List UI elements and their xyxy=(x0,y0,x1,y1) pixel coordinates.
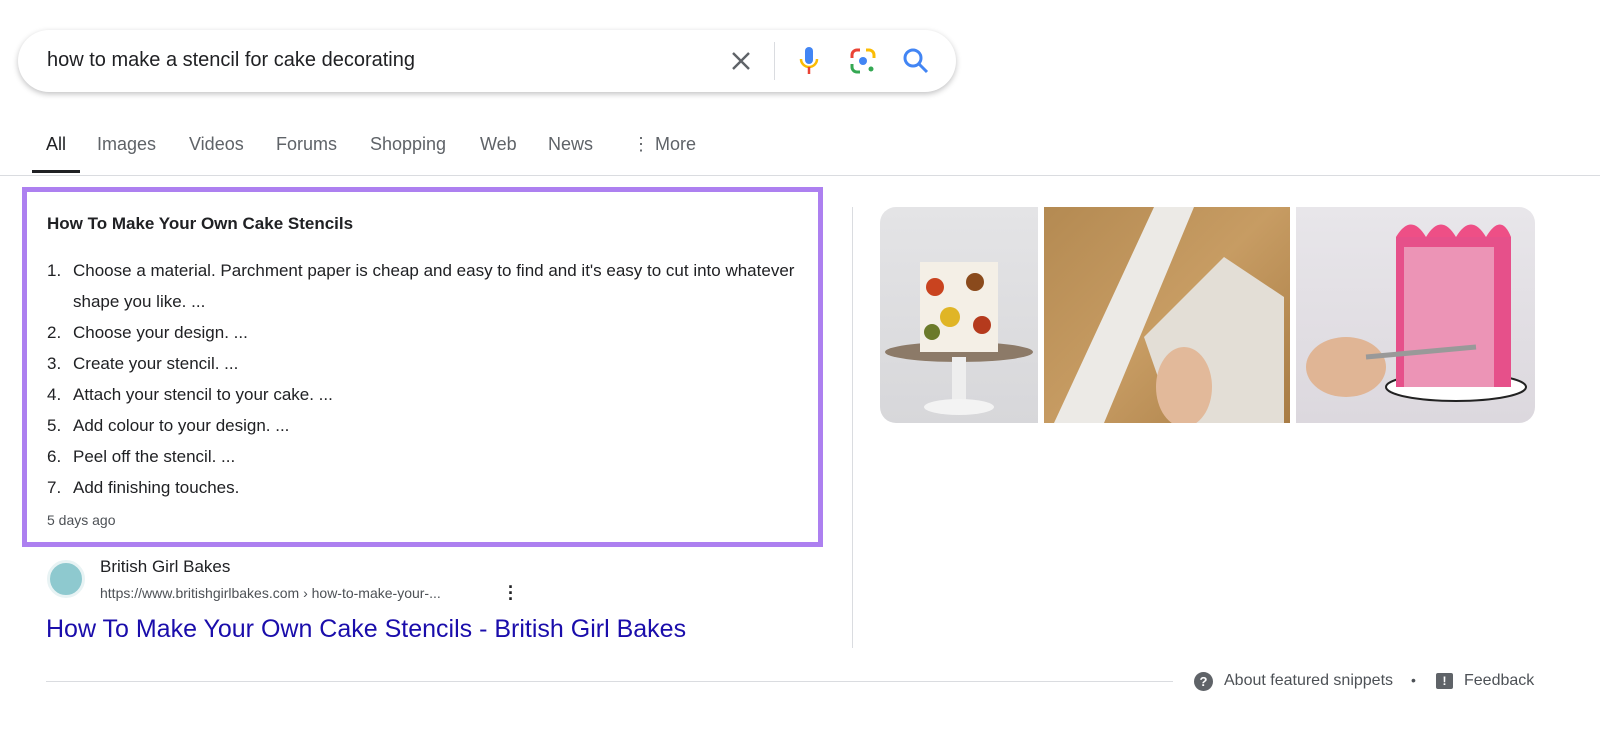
tab-images[interactable]: Images xyxy=(97,134,156,155)
step-number: 2. xyxy=(47,323,62,342)
separator-dot: • xyxy=(1411,672,1416,688)
pink-cake-image[interactable] xyxy=(1296,207,1535,423)
parchment-illustration xyxy=(1054,207,1284,427)
list-item: 6. Peel off the stencil. ... xyxy=(47,441,807,472)
help-icon[interactable]: ? xyxy=(1194,672,1213,691)
microphone-icon[interactable] xyxy=(794,44,824,78)
step-number: 7. xyxy=(47,478,62,497)
active-tab-indicator xyxy=(32,170,80,173)
clear-icon[interactable] xyxy=(726,46,756,76)
list-item: 2. Choose your design. ... xyxy=(47,317,807,348)
divider xyxy=(852,207,853,648)
step-text: Add colour to your design. ... xyxy=(73,416,290,435)
google-lens-icon[interactable] xyxy=(846,44,880,78)
source-site-name[interactable]: British Girl Bakes xyxy=(100,557,230,577)
step-text: Choose a material. Parchment paper is ch… xyxy=(73,261,795,311)
tab-forums[interactable]: Forums xyxy=(276,134,337,155)
step-text: Attach your stencil to your cake. ... xyxy=(73,385,333,404)
cake-illustration xyxy=(885,262,1033,415)
list-item: 5. Add colour to your design. ... xyxy=(47,410,807,441)
steps-list: 1. Choose a material. Parchment paper is … xyxy=(47,255,807,503)
tab-all[interactable]: All xyxy=(46,134,66,155)
step-number: 4. xyxy=(47,385,62,404)
step-text: Create your stencil. ... xyxy=(73,354,239,373)
tab-web[interactable]: Web xyxy=(480,134,517,155)
more-options-icon[interactable]: · · · xyxy=(508,578,520,608)
search-input[interactable]: how to make a stencil for cake decoratin… xyxy=(47,49,415,72)
step-text: Add finishing touches. xyxy=(73,478,240,497)
pink-cake-illustration xyxy=(1306,224,1527,402)
about-featured-snippets-link[interactable]: About featured snippets xyxy=(1224,672,1393,690)
list-item: 7. Add finishing touches. xyxy=(47,472,807,503)
step-text: Choose your design. ... xyxy=(73,323,248,342)
search-icon[interactable] xyxy=(900,45,932,77)
feedback-link[interactable]: Feedback xyxy=(1464,672,1534,690)
step-text: Peel off the stencil. ... xyxy=(73,447,236,466)
step-number: 6. xyxy=(47,447,62,466)
tab-shopping[interactable]: Shopping xyxy=(370,134,446,155)
tab-more-label: More xyxy=(655,134,697,154)
tab-more[interactable]: ⋮ More xyxy=(632,134,696,155)
step-number: 5. xyxy=(47,416,62,435)
source-url[interactable]: https://www.britishgirlbakes.com › how-t… xyxy=(100,585,441,601)
kebab-icon: ⋮ xyxy=(632,134,656,154)
list-item: 4. Attach your stencil to your cake. ... xyxy=(47,379,807,410)
parchment-image[interactable] xyxy=(1044,207,1290,427)
snippet-age: 5 days ago xyxy=(47,512,116,528)
divider xyxy=(46,681,1173,682)
divider xyxy=(774,42,775,80)
result-link[interactable]: How To Make Your Own Cake Stencils - Bri… xyxy=(46,615,686,644)
step-number: 1. xyxy=(47,261,62,280)
list-item: 3. Create your stencil. ... xyxy=(47,348,807,379)
feedback-icon[interactable]: ! xyxy=(1436,673,1453,689)
cake-image[interactable] xyxy=(880,207,1038,423)
featured-snippet: How To Make Your Own Cake Stencils 1. Cho… xyxy=(22,187,823,547)
search-box[interactable]: how to make a stencil for cake decoratin… xyxy=(18,30,956,92)
step-number: 3. xyxy=(47,354,62,373)
tab-videos[interactable]: Videos xyxy=(189,134,244,155)
snippet-title: How To Make Your Own Cake Stencils xyxy=(47,214,354,233)
site-favicon[interactable] xyxy=(47,560,85,598)
tab-news[interactable]: News xyxy=(548,134,593,155)
list-item: 1. Choose a material. Parchment paper is … xyxy=(47,255,807,317)
divider xyxy=(0,175,1600,176)
